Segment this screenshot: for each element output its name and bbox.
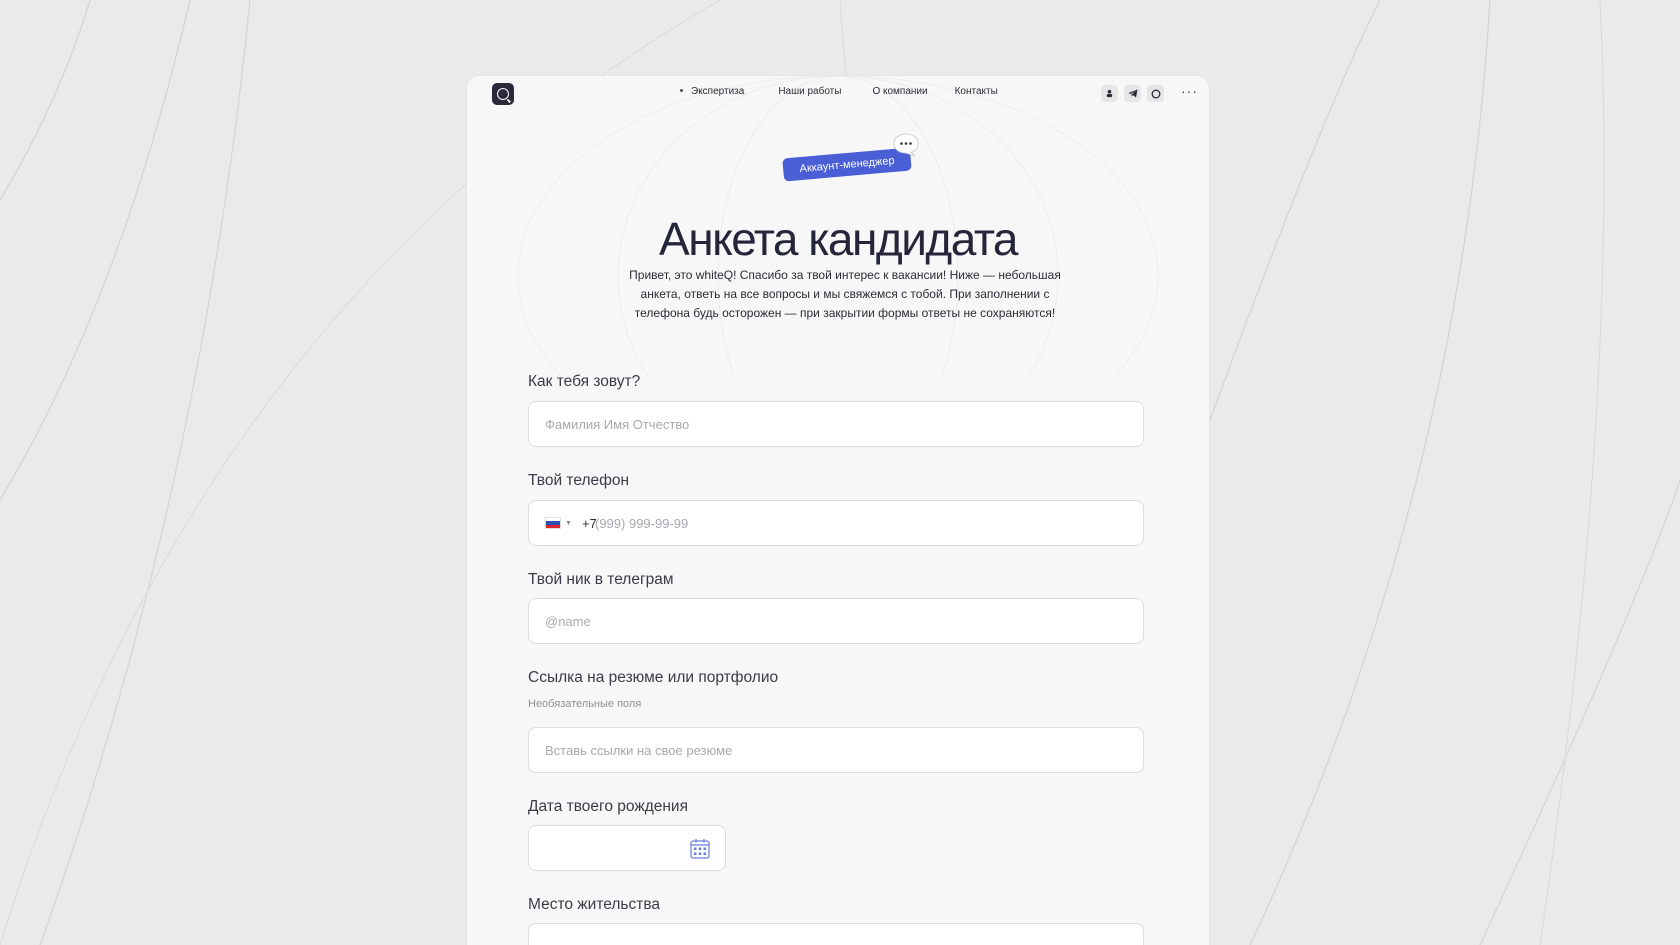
active-dot-icon (680, 88, 683, 92)
nav-link-works[interactable]: Наши работы (778, 86, 841, 97)
birthdate-label: Дата твоего рождения (528, 798, 688, 815)
nav-link-label: Экспертиза (691, 86, 745, 97)
birthdate-field[interactable] (528, 825, 726, 871)
form-window: Экспертиза Наши работы О компании Контак… (467, 76, 1209, 945)
calendar-icon[interactable] (690, 838, 710, 859)
page-title: Анкета кандидата (659, 212, 1018, 265)
more-menu-button[interactable]: ··· (1181, 84, 1198, 98)
intro-text: Привет, это whiteQ! Спасибо за твой инте… (629, 268, 1061, 320)
name-label: Как тебя зовут? (528, 373, 641, 390)
name-field[interactable] (528, 401, 1144, 447)
phone-input-wrapper (595, 501, 1135, 545)
residence-input[interactable] (529, 924, 1143, 945)
logo[interactable] (492, 83, 514, 105)
optional-hint: Необязательные поля (528, 698, 642, 710)
chat-bubble-icon (893, 133, 919, 157)
whatsapp-icon[interactable] (1147, 85, 1164, 102)
residence-label: Место жительства (528, 896, 661, 913)
phone-input[interactable] (595, 501, 1135, 545)
residence-field[interactable] (528, 923, 1144, 945)
telegram-field[interactable] (528, 598, 1144, 644)
resume-field[interactable] (528, 727, 1144, 773)
logo-q-icon (497, 88, 509, 100)
social-icons (1101, 85, 1164, 102)
nav-link-about[interactable]: О компании (872, 86, 927, 97)
russia-flag-icon (545, 517, 561, 529)
phone-field[interactable]: ▼ +7 (528, 500, 1144, 546)
chevron-down-icon: ▼ (565, 519, 572, 527)
resume-input[interactable] (529, 728, 1143, 772)
nav-links: Экспертиза Наши работы О компании Контак… (680, 86, 998, 97)
telegram-input[interactable] (529, 599, 1143, 643)
name-input[interactable] (529, 402, 1143, 446)
resume-label: Ссылка на резюме или портфолио (528, 669, 779, 686)
vk-icon[interactable] (1101, 85, 1118, 102)
nav-link-contacts[interactable]: Контакты (955, 86, 998, 97)
phone-label: Твой телефон (528, 472, 630, 489)
nav-link-expertise[interactable]: Экспертиза (680, 86, 744, 97)
top-navigation: Экспертиза Наши работы О компании Контак… (467, 76, 1209, 112)
telegram-label: Твой ник в телеграм (528, 571, 674, 588)
telegram-icon[interactable] (1124, 85, 1141, 102)
phone-prefix[interactable]: ▼ +7 (545, 501, 602, 545)
